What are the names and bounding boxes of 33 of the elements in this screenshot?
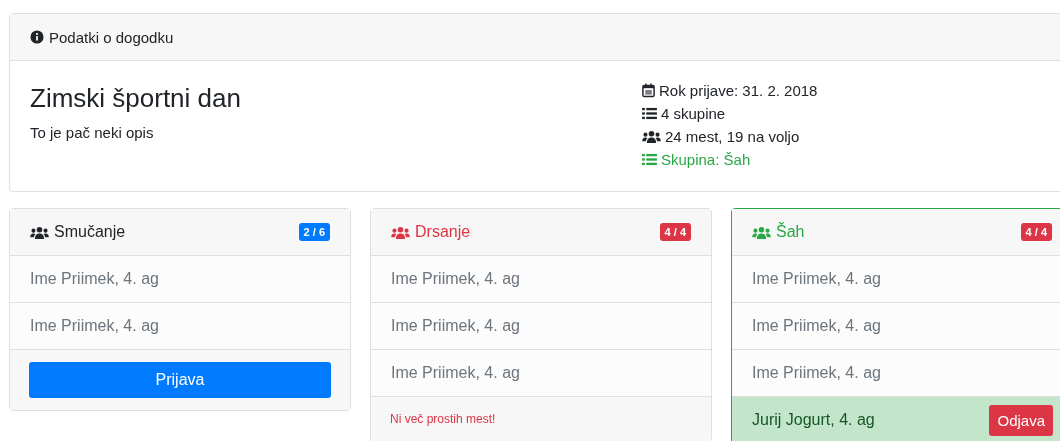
event-info: 24 mest, 19 na voljo [665, 128, 800, 145]
member-name: Ime Priimek, 4. ag [30, 270, 159, 288]
group-title: Drsanje [415, 223, 472, 241]
users-icon [642, 130, 661, 143]
event-description: To je pač neki opis [30, 124, 155, 141]
member-name: Ime Priimek, 4. ag [391, 270, 520, 288]
event-info: Rok prijave: 31. 2. 2018 [659, 82, 818, 99]
event-info: Skupina: Šah [661, 151, 751, 168]
register-button[interactable]: Prijava [29, 362, 331, 398]
calendar-icon [642, 83, 655, 98]
count-badge: 4 / 4 [659, 223, 691, 241]
info-icon [30, 30, 44, 44]
member-name: Ime Priimek, 4. ag [30, 317, 159, 335]
member-name: Ime Priimek, 4. ag [391, 364, 520, 382]
event-info: 4 skupine [661, 105, 726, 122]
member-name: Ime Priimek, 4. ag [752, 270, 881, 288]
member-name: Ime Priimek, 4. ag [391, 317, 520, 335]
users-icon [752, 225, 771, 239]
member-name: Jurij Jogurt, 4. ag [752, 411, 875, 429]
users-icon [30, 225, 49, 239]
member-name: Ime Priimek, 4. ag [752, 364, 881, 382]
group-title: Šah [776, 223, 806, 241]
count-badge: 2 / 6 [298, 223, 330, 241]
list-icon [642, 107, 657, 120]
unregister-button[interactable]: Odjava [989, 404, 1053, 436]
group-title: Smučanje [54, 223, 127, 241]
list-icon [642, 153, 657, 166]
member-name: Ime Priimek, 4. ag [752, 317, 881, 335]
users-icon [391, 225, 410, 239]
count-badge: 4 / 4 [1020, 223, 1052, 241]
full-message: Ni več prostih mest! [390, 412, 496, 426]
event-title: Zimski športni dan [30, 83, 242, 114]
card-header-title: Podatki o dogodku [49, 28, 174, 46]
